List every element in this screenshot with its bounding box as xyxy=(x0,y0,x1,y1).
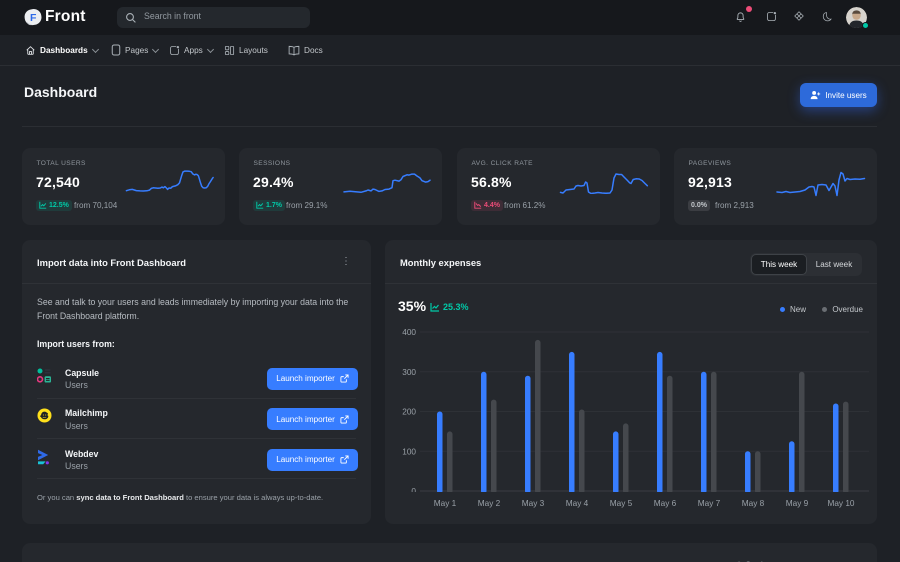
svg-text:May 2: May 2 xyxy=(478,499,501,508)
svg-text:300: 300 xyxy=(402,368,416,377)
svg-text:May 9: May 9 xyxy=(786,499,809,508)
svg-text:May 8: May 8 xyxy=(742,499,765,508)
svg-text:400: 400 xyxy=(402,328,416,337)
svg-text:May 10: May 10 xyxy=(827,499,854,508)
svg-text:May 6: May 6 xyxy=(654,499,677,508)
svg-text:May 1: May 1 xyxy=(434,499,457,508)
svg-text:F: F xyxy=(30,12,37,24)
svg-text:May 7: May 7 xyxy=(698,499,721,508)
svg-text:May 3: May 3 xyxy=(522,499,545,508)
svg-text:May 4: May 4 xyxy=(566,499,589,508)
svg-text:200: 200 xyxy=(402,408,416,417)
svg-text:100: 100 xyxy=(402,447,416,456)
svg-text:May 5: May 5 xyxy=(610,499,633,508)
